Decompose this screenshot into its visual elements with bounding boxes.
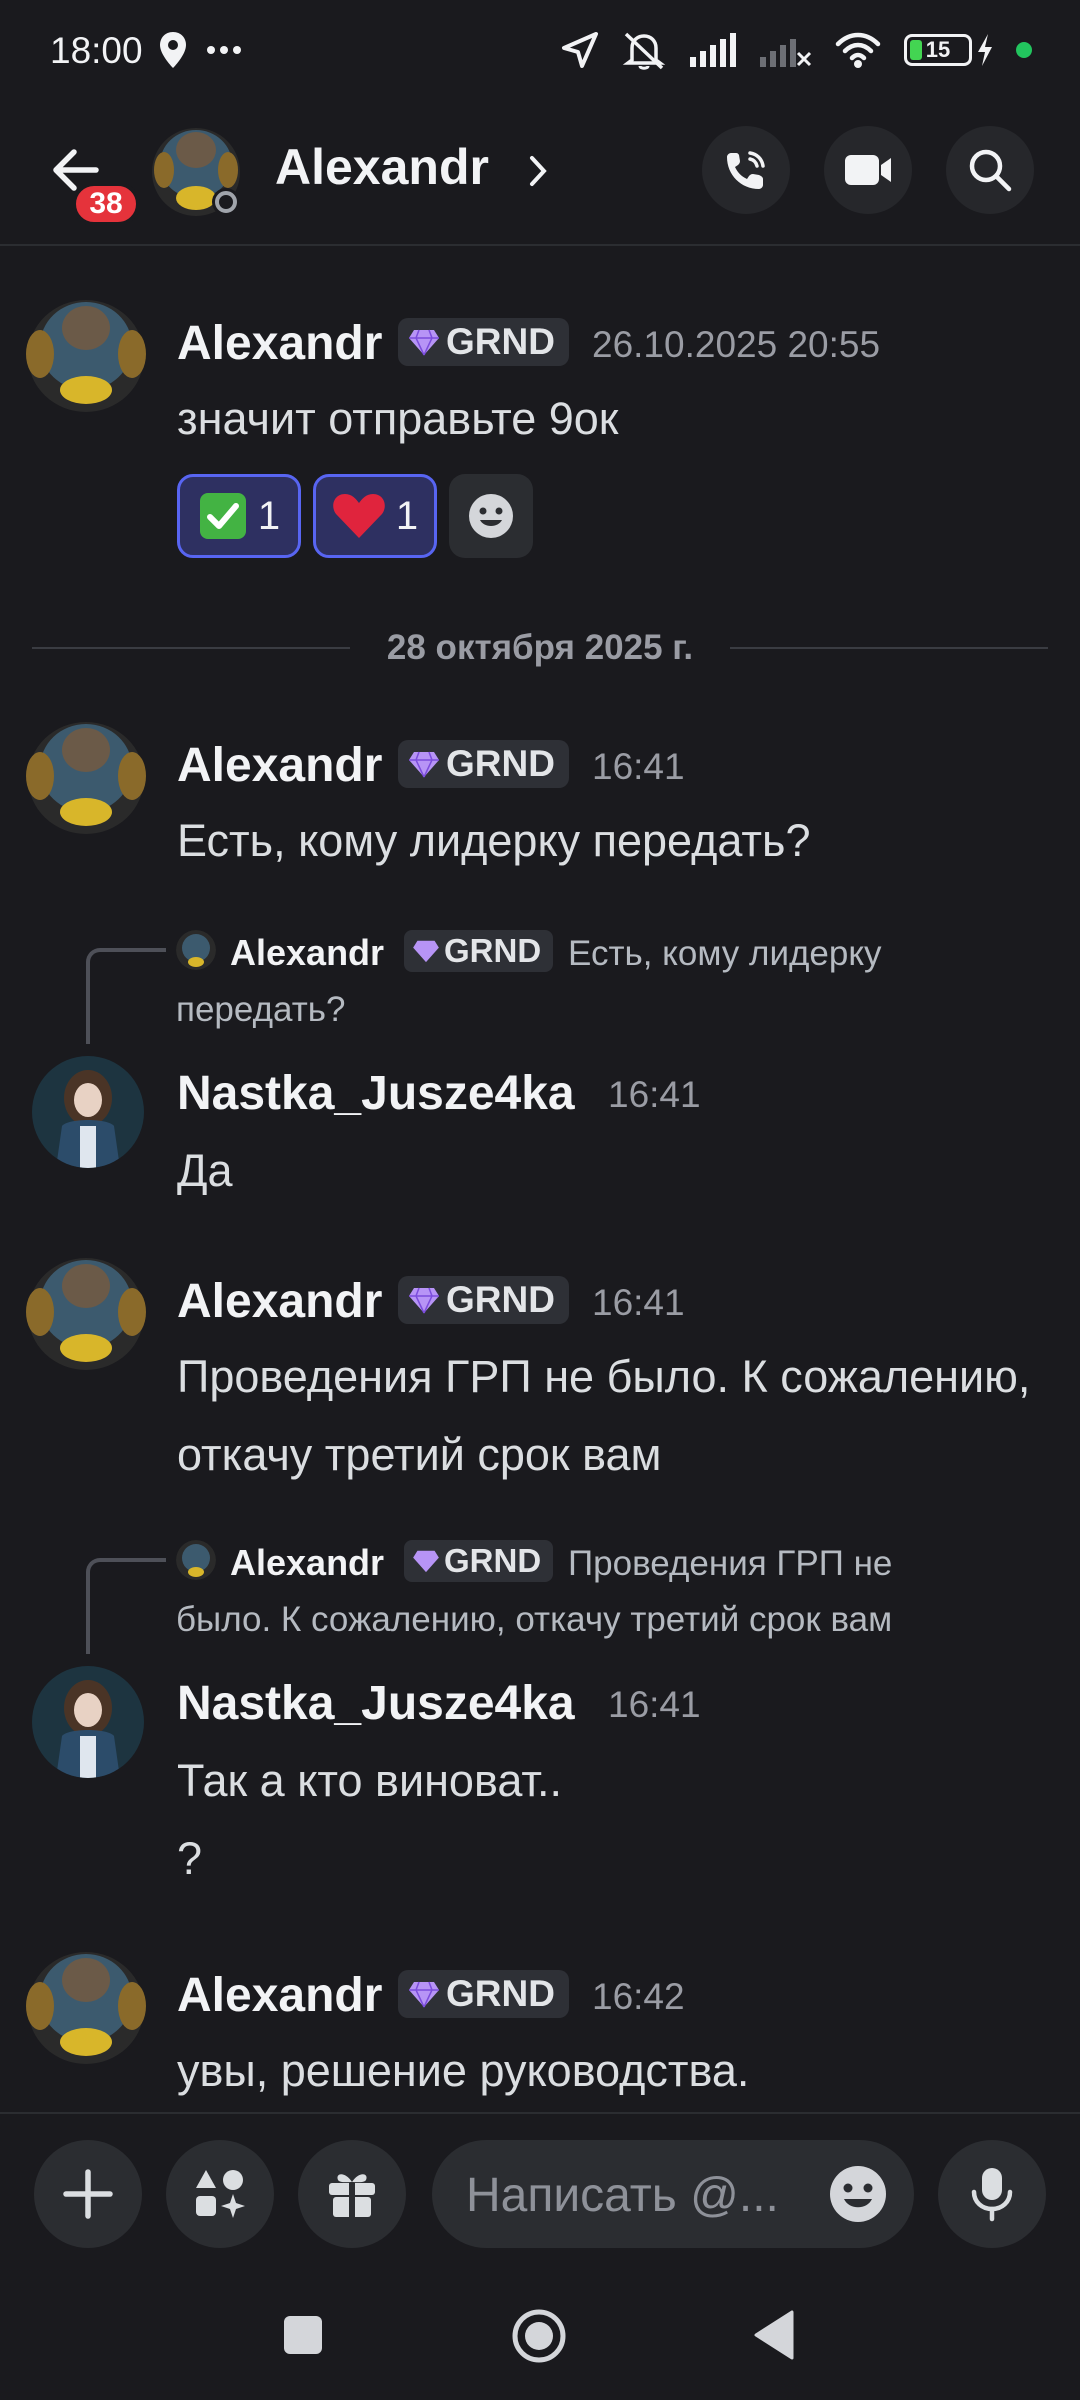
date-divider-label: 28 октября 2025 г. [386, 628, 694, 667]
guild-tag-label: GRND [446, 321, 555, 362]
message-timestamp: 16:41 [592, 746, 685, 787]
check-mark-emoji-icon [199, 493, 246, 539]
heart-emoji-icon [333, 494, 385, 538]
back-nav-icon[interactable] [752, 2310, 796, 2360]
battery-level: 15 [925, 37, 951, 62]
message-input[interactable]: Написать @... [432, 2140, 914, 2248]
phone-icon [727, 151, 765, 189]
guild-tag-label: GRND [446, 1973, 555, 2014]
chevron-right-icon[interactable] [528, 154, 548, 188]
avatar[interactable] [22, 712, 150, 840]
voice-message-button[interactable] [938, 2140, 1046, 2248]
add-reaction-button[interactable] [449, 474, 533, 558]
microphone-icon [971, 2168, 1013, 2222]
gem-icon [409, 751, 439, 778]
message-author[interactable]: Alexandr [177, 738, 382, 793]
message-content-line: Так а кто виноват.. [177, 1755, 563, 1806]
search-icon [969, 149, 1012, 192]
message-content: Есть, кому лидерку передать? [177, 815, 811, 866]
reaction-count: 1 [395, 493, 419, 538]
video-camera-icon [845, 155, 891, 185]
gem-icon [409, 329, 439, 356]
alarm-off-icon [622, 32, 666, 70]
guild-tag-label: GRND [446, 743, 555, 784]
guild-tag-label: GRND [446, 1279, 555, 1320]
apps-icon [196, 2170, 245, 2218]
message-content: Проведения ГРП не было. К сожалению, отк… [177, 1351, 1031, 1480]
unread-badge: 38 [72, 182, 140, 226]
battery-indicator: 15 [904, 34, 994, 66]
wifi-icon [835, 32, 881, 68]
home-icon[interactable] [511, 2308, 567, 2364]
message-content: значит отправьте 9ок [177, 393, 619, 444]
message-author[interactable]: Alexandr [177, 1274, 382, 1329]
charging-icon [978, 34, 992, 66]
location-icon [160, 32, 186, 68]
page-title[interactable]: Alexandr [275, 138, 489, 196]
message-timestamp: 16:41 [608, 1684, 701, 1725]
avatar[interactable] [22, 1248, 150, 1376]
avatar[interactable] [32, 1056, 144, 1168]
video-call-button[interactable] [824, 126, 912, 214]
avatar[interactable] [22, 290, 150, 418]
message-timestamp: 16:41 [608, 1074, 701, 1115]
search-button[interactable] [946, 126, 1034, 214]
reply-text: Есть, кому лидерку передать? [176, 934, 882, 1029]
avatar[interactable] [32, 1666, 144, 1778]
emoji-icon[interactable] [828, 2164, 888, 2224]
navigation-arrow-icon [562, 32, 598, 68]
chat-header: 38 Alexandr [0, 110, 1080, 246]
gift-button[interactable] [298, 2140, 406, 2248]
system-navigation-bar [0, 2272, 1080, 2400]
message-content-line: ? [177, 1833, 203, 1884]
message-timestamp: 26.10.2025 20:55 [592, 324, 881, 365]
guild-tag[interactable]: GRND [398, 1970, 569, 2018]
message-timestamp: 16:42 [592, 1976, 685, 2017]
gift-icon [329, 2174, 375, 2217]
signal-icon [690, 33, 736, 67]
avatar[interactable] [148, 120, 250, 222]
message-content: увы, решение руководства. [177, 2045, 750, 2096]
message-author[interactable]: Alexandr [177, 1968, 382, 2023]
guild-tag[interactable]: GRND [398, 740, 569, 788]
avatar[interactable] [22, 1942, 150, 2070]
message-author[interactable]: Nastka_Jusze4ka [177, 1066, 575, 1121]
voice-call-button[interactable] [702, 126, 790, 214]
message-composer: Написать @... [0, 2112, 1080, 2272]
add-reaction-icon [469, 494, 513, 538]
reaction-count: 1 [257, 493, 281, 538]
status-time: 18:00 [50, 30, 143, 71]
message-content: Да [177, 1145, 233, 1196]
gem-icon [409, 1981, 439, 2008]
apps-button[interactable] [166, 2140, 274, 2248]
signal-weak-icon [760, 39, 812, 67]
reaction-heart[interactable]: 1 [313, 474, 437, 558]
attach-button[interactable] [34, 2140, 142, 2248]
reply-text: Проведения ГРП не было. К сожалению, отк… [176, 1544, 893, 1639]
date-divider: 28 октября 2025 г. [32, 628, 1048, 668]
status-bar: 18:00 15 [0, 0, 1080, 110]
guild-tag[interactable]: GRND [398, 1276, 569, 1324]
message-author[interactable]: Nastka_Jusze4ka [177, 1676, 575, 1731]
message-timestamp: 16:41 [592, 1282, 685, 1323]
message-author[interactable]: Alexandr [177, 316, 382, 371]
message-input-placeholder: Написать @... [466, 2169, 779, 2222]
plus-icon [63, 2169, 113, 2219]
more-notifications-icon [207, 46, 241, 54]
recent-apps-icon[interactable] [282, 2314, 324, 2356]
guild-tag[interactable]: GRND [398, 318, 569, 366]
gem-icon [409, 1287, 439, 1314]
privacy-indicator-dot [1016, 42, 1032, 58]
reaction-check[interactable]: 1 [177, 474, 301, 558]
